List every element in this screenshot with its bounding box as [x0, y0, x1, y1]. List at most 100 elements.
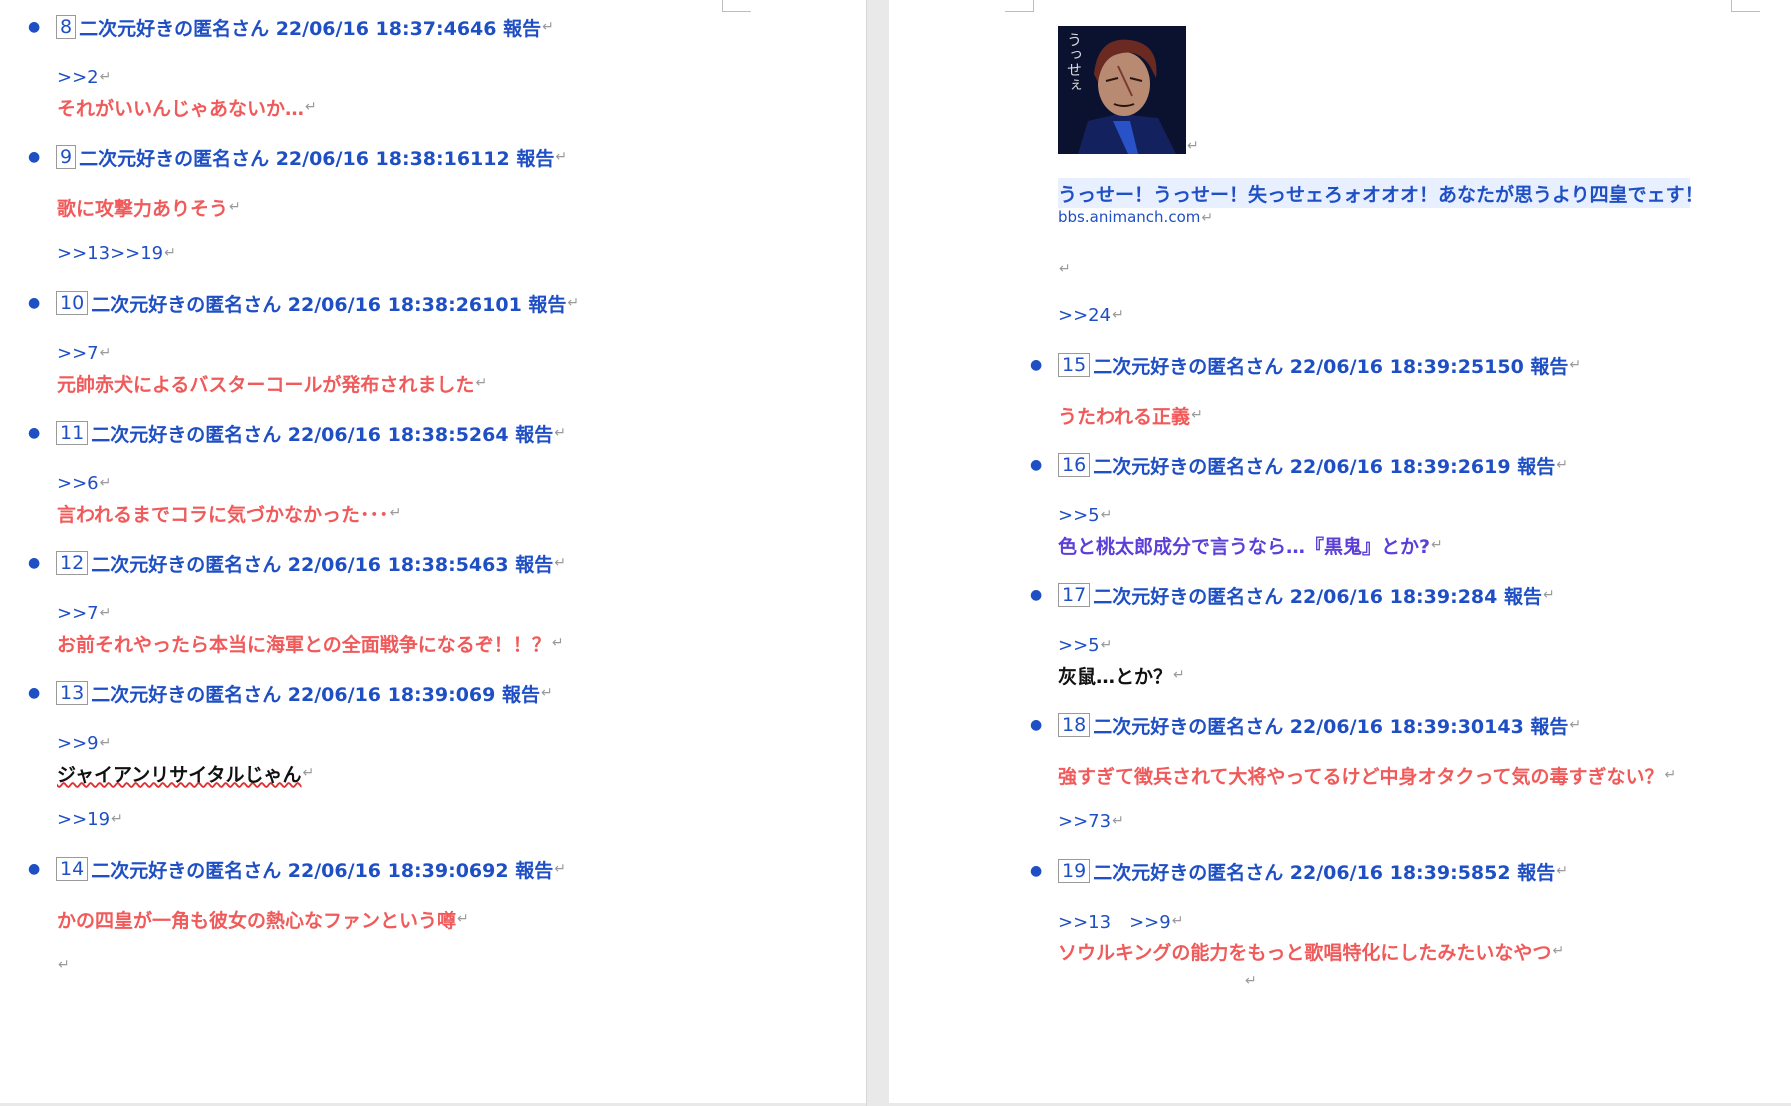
- paragraph-mark-icon: ↵: [555, 149, 568, 165]
- post-number[interactable]: 13: [56, 681, 89, 705]
- post-number[interactable]: 11: [56, 421, 89, 445]
- post-header: ● 14 二次元好きの匿名さん 22/06/16 18:39:0692 報告 ↵: [28, 850, 856, 888]
- post-header: ● 15 二次元好きの匿名さん 22/06/16 18:39:25150 報告 …: [1030, 346, 1778, 384]
- post-header: ● 19 二次元好きの匿名さん 22/06/16 18:39:5852 報告 ↵: [1030, 852, 1778, 890]
- post-number[interactable]: 9: [56, 145, 77, 169]
- embed-source-link[interactable]: bbs.animanch.com: [1058, 208, 1200, 226]
- bullet-icon: ●: [28, 555, 41, 571]
- reply-link[interactable]: >>9: [57, 733, 99, 754]
- bullet-icon: ●: [28, 685, 41, 701]
- post-number[interactable]: 19: [1058, 859, 1091, 883]
- reply-link[interactable]: >>73: [1058, 811, 1111, 832]
- bullet-icon: ●: [28, 295, 41, 311]
- reply-link[interactable]: >>5: [1058, 505, 1100, 526]
- empty-paragraph: ↵: [57, 950, 856, 980]
- paragraph-mark-icon: ↵: [111, 811, 123, 827]
- paragraph-mark-icon: ↵: [1664, 767, 1677, 783]
- reply-link[interactable]: >>13>>19: [57, 243, 163, 264]
- post-line: 色と桃太郎成分で言うなら…『黒鬼』とか? ↵: [1058, 530, 1778, 560]
- post-header-text: 二次元好きの匿名さん 22/06/16 18:38:26101 報告: [91, 293, 567, 316]
- paragraph-mark-icon: ↵: [1569, 717, 1582, 733]
- post-body-text: 元帥赤犬によるバスターコールが発布されました: [57, 373, 475, 396]
- paragraph-mark-icon: ↵: [551, 635, 564, 651]
- paragraph-mark-icon: ↵: [542, 19, 554, 35]
- post-header-text: 二次元好きの匿名さん 22/06/16 18:39:30143 報告: [1093, 715, 1569, 738]
- empty-paragraph: ↵: [1058, 254, 1778, 284]
- embed-source-line: bbs.animanch.com↵: [1058, 208, 1778, 230]
- post-number[interactable]: 14: [56, 857, 89, 881]
- bullet-icon: ●: [28, 861, 41, 877]
- post-number[interactable]: 16: [1058, 453, 1091, 477]
- post-line: うたわれる正義 ↵: [1058, 400, 1778, 430]
- post-line: >>24 ↵: [1058, 300, 1778, 330]
- post-number[interactable]: 18: [1058, 713, 1091, 737]
- post-line: >>7 ↵: [57, 598, 856, 628]
- post-number[interactable]: 15: [1058, 353, 1091, 377]
- post-body-text: それがいいんじゃあないか…: [57, 97, 305, 120]
- reply-link[interactable]: >>13 >>9: [1058, 908, 1171, 934]
- bullet-icon: ●: [1030, 717, 1043, 733]
- post-body-text: お前それやったら本当に海軍との全面戦争になるぞ！！？: [57, 633, 551, 656]
- reply-link[interactable]: >>7: [57, 343, 99, 364]
- empty-paragraph: ↵: [1244, 966, 1778, 996]
- paragraph-mark-icon: ↵: [540, 685, 553, 701]
- paragraph-mark-icon: ↵: [99, 345, 112, 361]
- paragraph-mark-icon: ↵: [58, 957, 70, 973]
- post-line: ジャイアンリサイタルじゃん ↵: [57, 758, 856, 788]
- paragraph-mark-icon: ↵: [1187, 138, 1199, 154]
- page-corner-mark: [1005, 0, 1034, 12]
- post-header: ● 10 二次元好きの匿名さん 22/06/16 18:38:26101 報告 …: [28, 284, 856, 322]
- paragraph-mark-icon: ↵: [229, 199, 241, 215]
- post-number[interactable]: 8: [56, 15, 77, 39]
- post-line: 灰鼠…とか？ ↵: [1058, 660, 1778, 690]
- post-line: 言われるまでコラに気づかなかった･･･ ↵: [57, 498, 856, 528]
- paragraph-mark-icon: ↵: [1556, 863, 1568, 879]
- post-header: ● 11 二次元好きの匿名さん 22/06/16 18:38:5264 報告 ↵: [28, 414, 856, 452]
- paragraph-mark-icon: ↵: [475, 375, 488, 391]
- post-body-text: かの四皇が一角も彼女の熱心なファンという噂: [57, 909, 457, 932]
- reply-link[interactable]: >>2: [57, 67, 99, 88]
- paragraph-mark-icon: ↵: [164, 245, 176, 261]
- post-header-text: 二次元好きの匿名さん 22/06/16 18:39:069 報告: [91, 683, 540, 706]
- bullet-icon: ●: [28, 425, 41, 441]
- character-thumbnail-image[interactable]: うっせぇ: [1058, 26, 1186, 154]
- post-header-text: 二次元好きの匿名さん 22/06/16 18:38:5463 報告: [91, 553, 554, 576]
- post-header-text: 二次元好きの匿名さん 22/06/16 18:39:2619 報告: [1093, 455, 1556, 478]
- post-line: >>2 ↵: [57, 62, 856, 92]
- bullet-icon: ●: [1030, 587, 1043, 603]
- post-line: 元帥赤犬によるバスターコールが発布されました ↵: [57, 368, 856, 398]
- reply-link[interactable]: >>6: [57, 473, 99, 494]
- post-line: >>5 ↵: [1058, 630, 1778, 660]
- paragraph-mark-icon: ↵: [1542, 587, 1555, 603]
- post-header-text: 二次元好きの匿名さん 22/06/16 18:37:4646 報告: [79, 17, 542, 40]
- post-line: >>13>>19 ↵: [57, 238, 856, 268]
- left-post-list: ● 8 二次元好きの匿名さん 22/06/16 18:37:4646 報告 ↵ …: [26, 8, 856, 980]
- embedded-image-row: うっせぇ ↵: [1058, 26, 1778, 154]
- post-line: 強すぎて徴兵されて大将やってるけど中身オタクって気の毒すぎない？ ↵: [1058, 760, 1778, 790]
- reply-link[interactable]: >>24: [1058, 305, 1111, 326]
- post-line: >>13 >>9 ↵: [1058, 906, 1778, 936]
- post-header: ● 17 二次元好きの匿名さん 22/06/16 18:39:284 報告 ↵: [1030, 576, 1778, 614]
- reply-link[interactable]: >>7: [57, 603, 99, 624]
- post-line: お前それやったら本当に海軍との全面戦争になるぞ！！？ ↵: [57, 628, 856, 658]
- post-header-text: 二次元好きの匿名さん 22/06/16 18:39:284 報告: [1093, 585, 1542, 608]
- post-body-text: ジャイアンリサイタルじゃん: [57, 763, 302, 786]
- post-number[interactable]: 12: [56, 551, 89, 575]
- paragraph-mark-icon: ↵: [99, 735, 112, 751]
- reply-link[interactable]: >>19: [57, 809, 110, 830]
- embed-quote-text: うっせー！うっせー！失っせェろォオオオ！あなたが思うより四皇でェす！: [1058, 183, 1704, 206]
- paragraph-mark-icon: ↵: [1171, 913, 1184, 929]
- paragraph-mark-icon: ↵: [99, 605, 112, 621]
- post-line: >>19 ↵: [57, 804, 856, 834]
- bullet-icon: ●: [1030, 357, 1043, 373]
- post-body-text: 歌に攻撃力ありそう: [57, 197, 229, 220]
- post-body-text: 色と桃太郎成分で言うなら…『黒鬼』とか?: [1058, 535, 1431, 558]
- paragraph-mark-icon: ↵: [1191, 407, 1203, 423]
- paragraph-mark-icon: ↵: [1245, 973, 1257, 989]
- reply-link[interactable]: >>5: [1058, 635, 1100, 656]
- post-number[interactable]: 17: [1058, 583, 1091, 607]
- post-header: ● 13 二次元好きの匿名さん 22/06/16 18:39:069 報告 ↵: [28, 674, 856, 712]
- post-number[interactable]: 10: [56, 291, 89, 315]
- post-line: かの四皇が一角も彼女の熱心なファンという噂 ↵: [57, 904, 856, 934]
- document-page-left: ● 8 二次元好きの匿名さん 22/06/16 18:37:4646 報告 ↵ …: [0, 0, 866, 1103]
